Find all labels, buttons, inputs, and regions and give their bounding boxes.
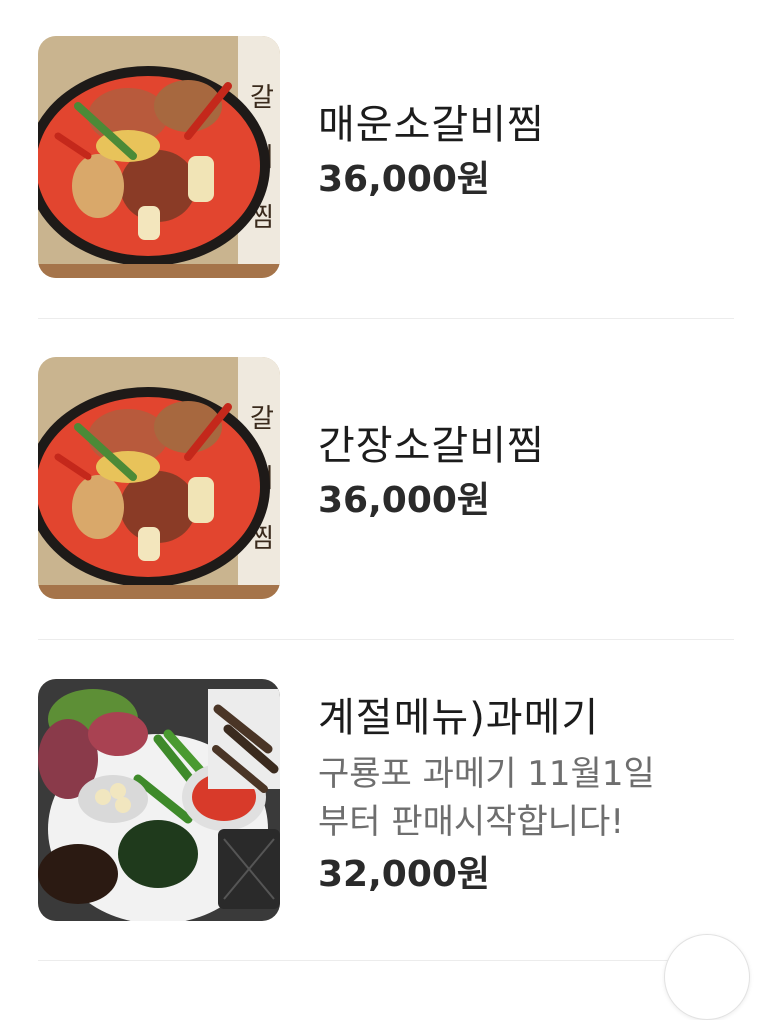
gwamegi-platter-photo bbox=[38, 679, 280, 921]
divider bbox=[38, 318, 734, 319]
galbi-jjim-painting: 갈 비 찜 bbox=[38, 357, 280, 599]
scroll-top-button[interactable] bbox=[664, 934, 750, 1020]
menu-item-image[interactable]: 갈 비 찜 bbox=[38, 36, 280, 278]
divider bbox=[38, 639, 734, 640]
menu-item-description: 부터 판매시작합니다! bbox=[318, 802, 624, 842]
menu-item-description: 구룡포 과메기 11월1일 bbox=[318, 754, 655, 794]
menu-item-spicy-galbi[interactable]: 갈 비 찜 매운소갈비찜 36,000원 bbox=[38, 36, 734, 278]
menu-item-price: 36,000원 bbox=[318, 159, 491, 200]
menu-item-price: 36,000원 bbox=[318, 480, 491, 521]
menu-item-gwamegi[interactable]: 계절메뉴)과메기 구룡포 과메기 11월1일 부터 판매시작합니다! 32,00… bbox=[38, 679, 734, 921]
menu-item-name: 계절메뉴)과메기 bbox=[318, 695, 600, 741]
menu-item-price: 32,000원 bbox=[318, 854, 491, 895]
galbi-jjim-painting: 갈 비 찜 bbox=[38, 36, 280, 278]
menu-item-name: 간장소갈비찜 bbox=[318, 423, 545, 469]
menu-item-image[interactable] bbox=[38, 679, 280, 921]
menu-item-image[interactable]: 갈 비 찜 bbox=[38, 357, 280, 599]
menu-item-soy-galbi[interactable]: 갈 비 찜 간장소갈비찜 36,000원 bbox=[38, 357, 734, 599]
divider bbox=[38, 960, 734, 961]
svg-text:갈: 갈 bbox=[250, 404, 274, 434]
menu-item-name: 매운소갈비찜 bbox=[318, 102, 545, 148]
svg-text:갈: 갈 bbox=[250, 83, 274, 113]
